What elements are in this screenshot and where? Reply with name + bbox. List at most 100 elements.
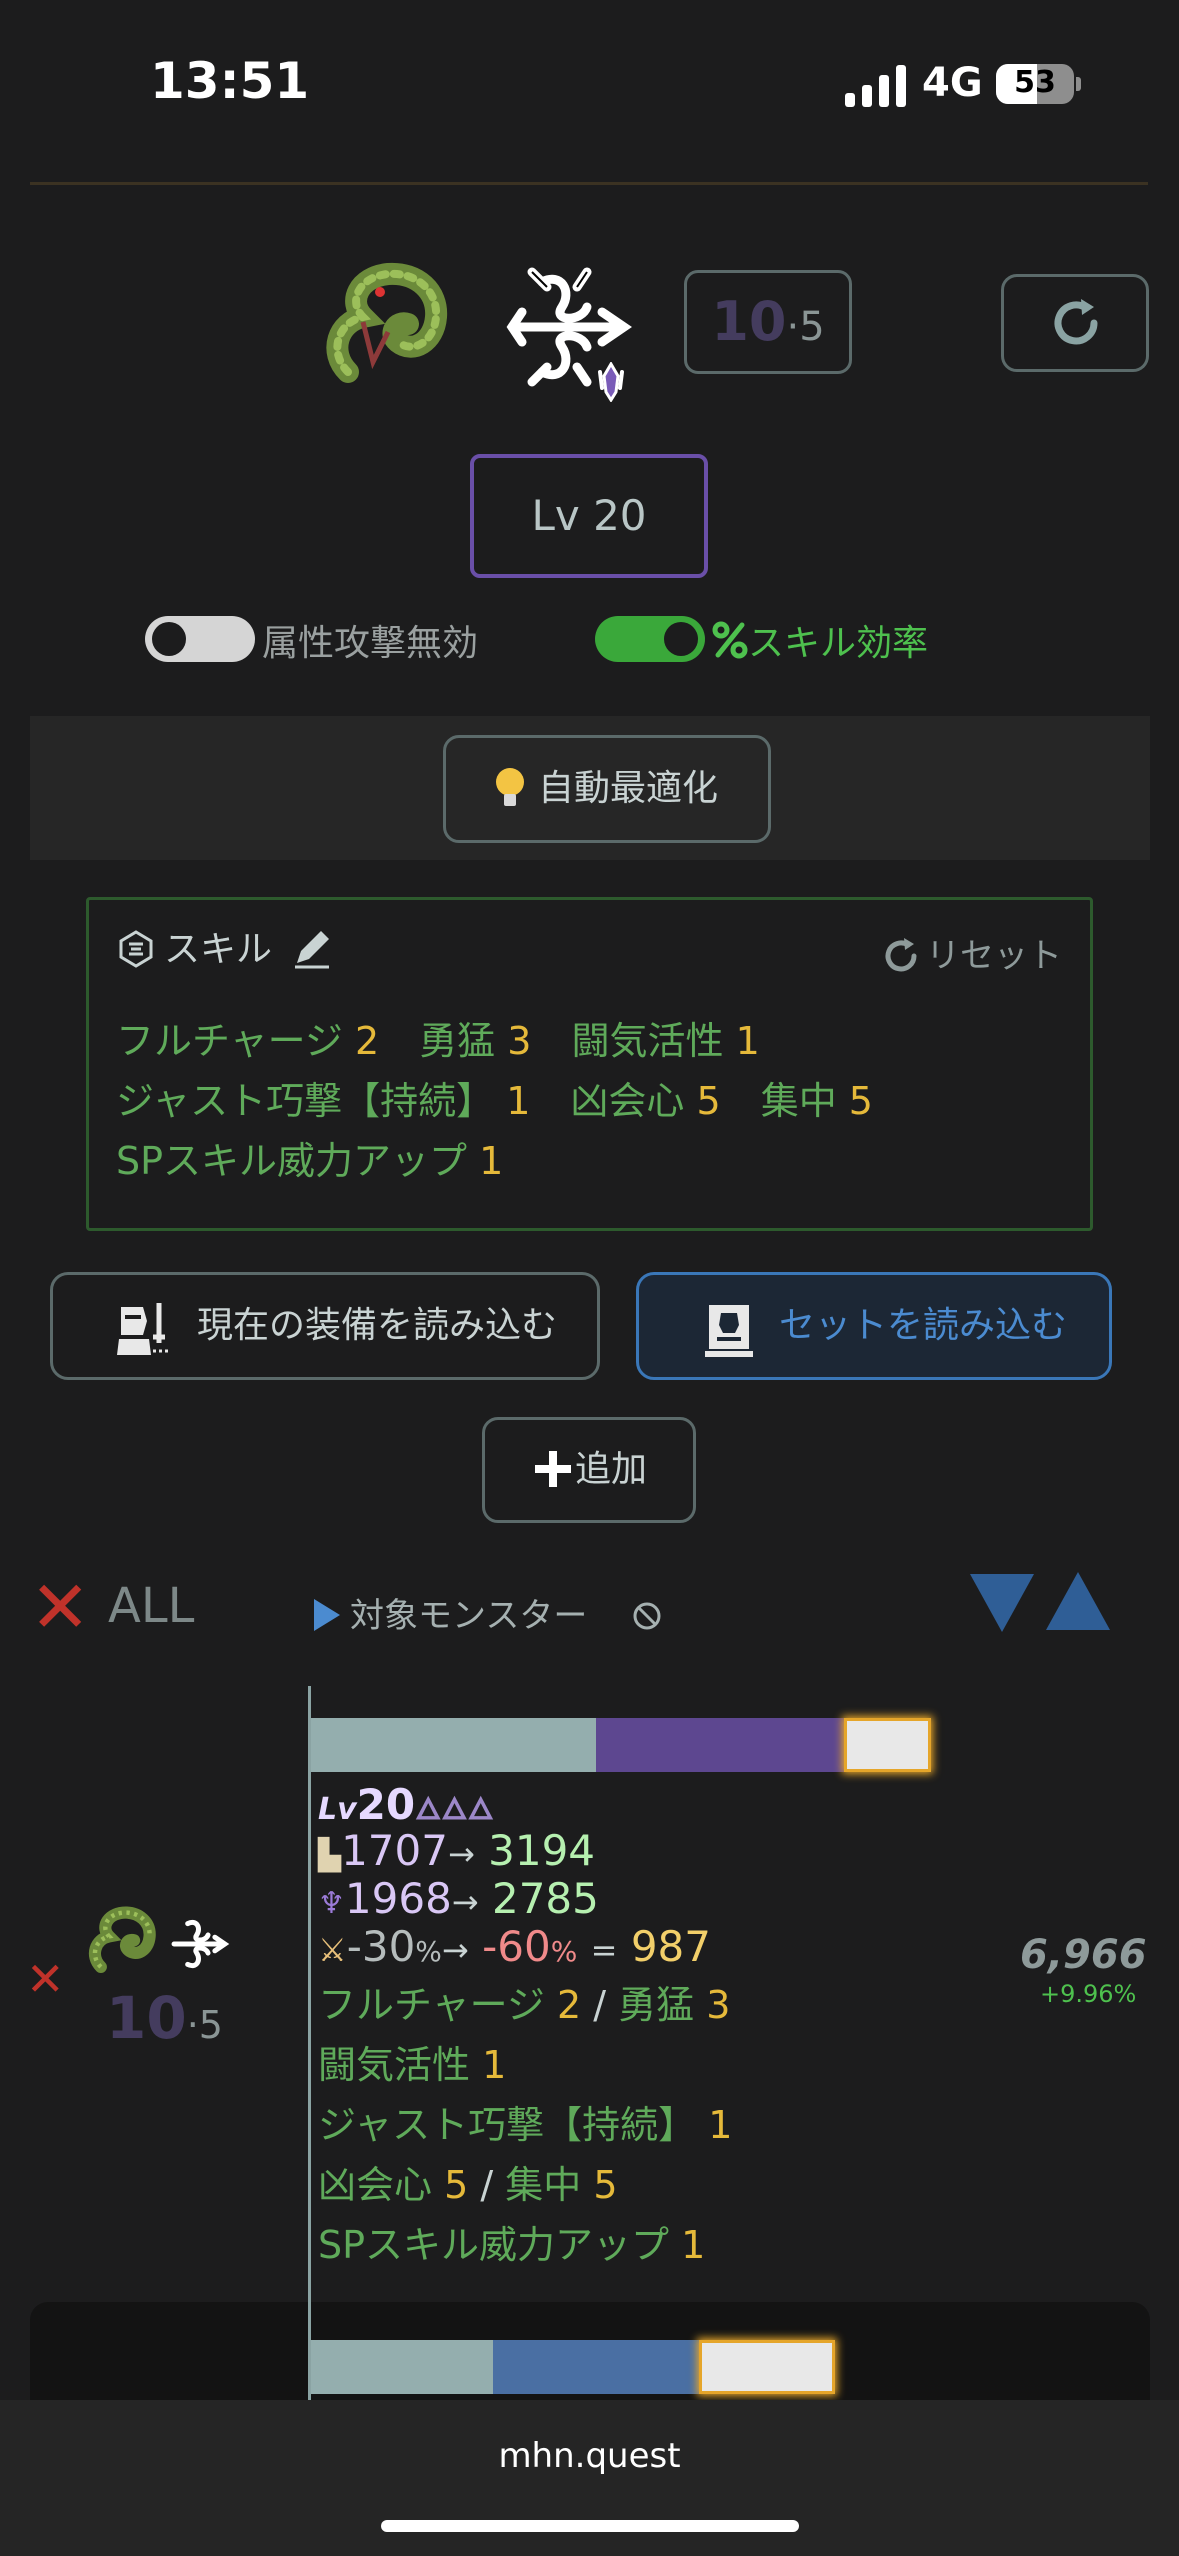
skill-level: 5 — [848, 1079, 873, 1123]
browser-url[interactable]: mhn.quest — [0, 2436, 1179, 2476]
plus-icon — [534, 1451, 571, 1487]
pencil-edit-icon[interactable] — [289, 925, 335, 971]
result-score: 6,966 — [1020, 1932, 1147, 1978]
affinity-result: 987 — [630, 1922, 711, 1971]
bar-segment — [311, 2340, 494, 2394]
result-skill-line: 凶会心 5 / 集中 5 — [318, 2154, 618, 2209]
dragon-element-icon — [598, 362, 624, 402]
result-tree-line — [308, 1686, 311, 2398]
skill-panel-title[interactable]: スキル — [116, 920, 335, 972]
skill-level: 5 — [696, 1079, 721, 1123]
element-disabled-label: 属性攻撃無効 — [262, 623, 479, 664]
bar-segment — [596, 1718, 845, 1772]
element-to: 2785 — [491, 1874, 599, 1923]
element-disabled-toggle[interactable] — [145, 616, 255, 662]
bar-segment — [311, 1718, 597, 1772]
flame-gem-icons: 🜂🜂🜂 — [415, 1792, 494, 1827]
arrow: → — [441, 1931, 469, 1969]
load-set-label: セットを読み込む — [779, 1305, 1068, 1346]
home-indicator[interactable] — [381, 2520, 799, 2532]
skill-level: 1 — [708, 2103, 733, 2147]
skill-title-label: スキル — [164, 929, 273, 970]
skill-name: SPスキル威力アップ — [116, 1139, 468, 1183]
skill-level: 5 — [593, 2163, 618, 2207]
attack-icon: ▙ — [318, 1838, 342, 1873]
element-from: 1968 — [344, 1874, 452, 1923]
result-skill-line: SPスキル威力アップ 1 — [318, 2214, 705, 2269]
dragon-element-icon: ♆ — [318, 1886, 345, 1921]
skill-level: 5 — [444, 2163, 469, 2207]
sort-asc-icon[interactable] — [1044, 1570, 1112, 1634]
load-current-equipment-button[interactable]: 現在の装備を読み込む — [50, 1272, 600, 1380]
rating-selector[interactable]: 10·5 — [684, 270, 852, 374]
skill-level: 1 — [735, 1019, 760, 1063]
skill-name: 闘気活性 — [571, 1019, 724, 1063]
battery-level: 53 — [1014, 65, 1056, 100]
sort-desc-icon[interactable] — [968, 1570, 1036, 1634]
knight-equipment-icon — [117, 1303, 169, 1355]
skill-name: ジャスト巧撃【持続】 — [318, 2103, 697, 2147]
skill-name: 集中 — [505, 2163, 582, 2207]
bar-segment — [493, 2340, 699, 2394]
skill-level: 2 — [556, 1983, 582, 2027]
skill-badge-icon — [119, 930, 153, 968]
result-rating-sub: ·5 — [186, 2003, 223, 2047]
refresh-button[interactable] — [1001, 274, 1149, 372]
clear-all-label[interactable]: ALL — [108, 1578, 194, 1634]
bar-segment — [844, 1718, 931, 1772]
bar-segment — [698, 2340, 836, 2394]
percent-icon — [712, 621, 748, 659]
top-divider — [30, 182, 1148, 185]
affinity-row: ⚔-30%→ -60% = 987 — [318, 1922, 711, 1971]
battery-tip — [1076, 77, 1081, 91]
target-monster-toggle[interactable]: 対象モンスター — [312, 1588, 664, 1637]
green-coiled-monster-icon[interactable] — [318, 262, 458, 392]
clear-all-x-icon[interactable]: ✕ — [30, 1571, 90, 1643]
refresh-icon — [1054, 299, 1098, 345]
equals-sign: = — [590, 1931, 618, 1969]
sort-buttons — [968, 1570, 1118, 1638]
arrow: → — [451, 1883, 479, 1921]
add-button[interactable]: 追加 — [482, 1417, 696, 1523]
result-rating-main: 10 — [106, 1984, 187, 2052]
skill-level: 1 — [479, 1139, 504, 1183]
skill-reset-button[interactable]: リセット — [880, 928, 1062, 977]
skill-level: 1 — [482, 2043, 507, 2087]
attack-from: 1707 — [341, 1826, 448, 1875]
result-score-diff: +9.96% — [1040, 1980, 1137, 2008]
level-selector[interactable]: Lv 20 — [470, 454, 708, 578]
percent-unit: % — [550, 1935, 578, 1968]
skill-name: フルチャージ — [318, 1983, 545, 2027]
load-set-button[interactable]: セットを読み込む — [636, 1272, 1112, 1380]
skill-name: 凶会心 — [570, 1079, 685, 1123]
skill-name: SPスキル威力アップ — [318, 2223, 670, 2267]
remove-result-x-icon[interactable]: ✕ — [26, 1952, 65, 2006]
skill-level: 1 — [506, 1079, 531, 1123]
skill-level: 2 — [354, 1019, 380, 1063]
bow-weapon-icon — [164, 1910, 234, 1978]
affinity-swords-icon: ⚔ — [318, 1931, 347, 1969]
separator: / — [480, 2163, 494, 2207]
skill-name: フルチャージ — [116, 1019, 343, 1063]
arrow: → — [447, 1835, 475, 1873]
skill-name: 勇猛 — [618, 1983, 695, 2027]
bow-weapon-icon[interactable] — [492, 252, 642, 402]
element-row: ♆1968→ 2785 — [318, 1874, 599, 1923]
skill-name: 凶会心 — [318, 2163, 433, 2207]
damage-breakdown-bar — [311, 1718, 931, 1772]
battery-icon: 53 — [996, 64, 1074, 104]
separator: / — [593, 1983, 607, 2027]
skill-name: 勇猛 — [419, 1019, 496, 1063]
percent-unit: % — [415, 1935, 442, 1968]
load-current-label: 現在の装備を読み込む — [197, 1305, 558, 1346]
skill-efficiency-toggle[interactable] — [595, 616, 705, 662]
disabled-icon — [633, 1602, 661, 1630]
result-level: 20 — [356, 1780, 416, 1829]
skill-level: 1 — [681, 2223, 706, 2267]
damage-breakdown-bar — [311, 2340, 881, 2394]
attack-to: 3194 — [488, 1826, 596, 1875]
equipment-book-icon — [705, 1305, 753, 1357]
auto-optimize-button[interactable]: 自動最適化 — [443, 735, 771, 843]
browser-url-bar[interactable] — [0, 2400, 1179, 2556]
add-label: 追加 — [574, 1449, 647, 1490]
